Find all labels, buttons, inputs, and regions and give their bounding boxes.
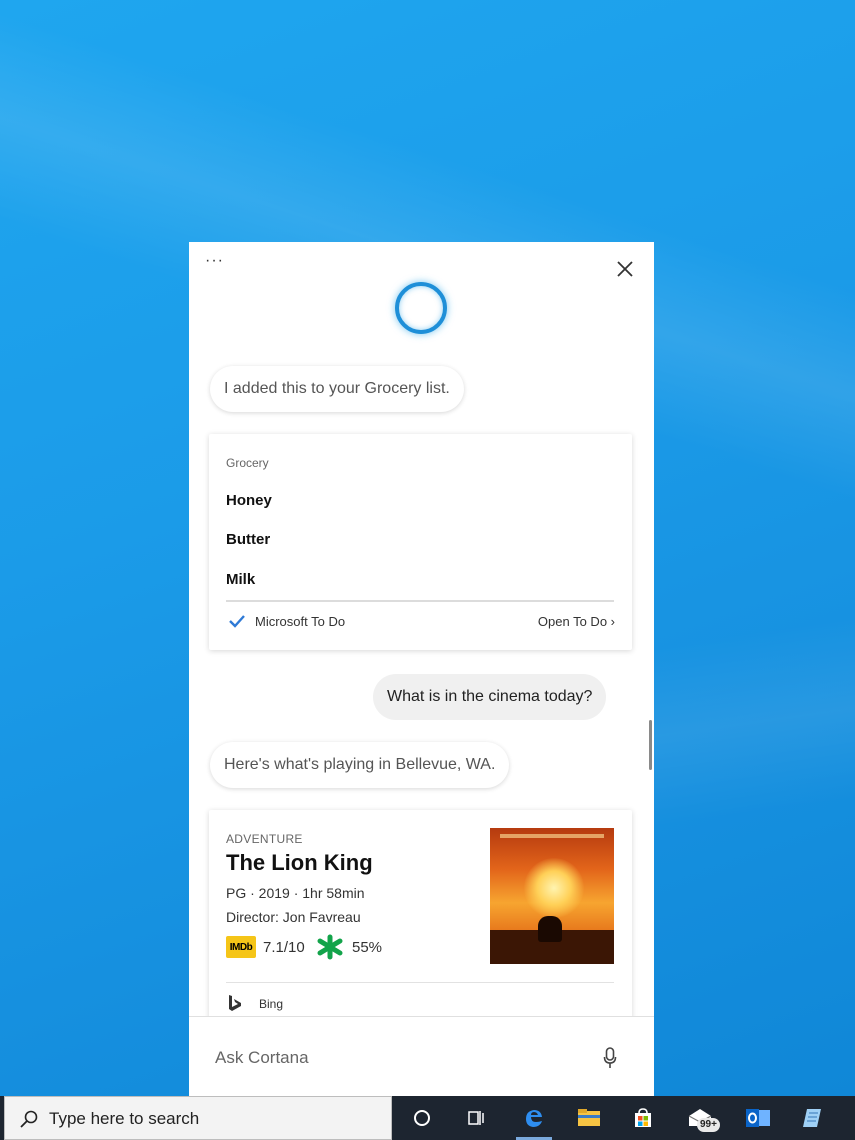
outlook-button[interactable] [730, 1096, 782, 1140]
task-view-button[interactable] [450, 1096, 502, 1140]
movie-title: The Lion King [226, 850, 373, 875]
imdb-icon: IMDb [226, 936, 256, 958]
todo-list-card[interactable]: Grocery Honey Butter Milk Microsoft To D… [209, 434, 632, 650]
bing-icon [229, 995, 241, 1011]
user-query-text: What is in the cinema today? [387, 688, 593, 705]
search-icon [20, 1110, 38, 1128]
more-icon: ··· [205, 252, 224, 269]
check-icon [229, 615, 245, 628]
taskbar-search-box[interactable] [4, 1096, 392, 1140]
bing-source-label: Bing [259, 997, 284, 1011]
close-button[interactable] [613, 257, 637, 281]
store-button[interactable] [617, 1096, 669, 1140]
close-icon [617, 261, 633, 277]
taskbar: 99+ [0, 1096, 855, 1140]
file-explorer-icon [578, 1109, 600, 1126]
outlook-icon [746, 1109, 770, 1127]
edge-button[interactable] [508, 1096, 560, 1140]
cortana-button[interactable] [396, 1096, 448, 1140]
user-query-bubble: What is in the cinema today? [373, 674, 607, 720]
movie-card[interactable]: ADVENTURE The Lion King PG · 2019 · 1hr … [209, 810, 632, 1030]
ask-cortana-bar [189, 1016, 654, 1098]
more-options-button[interactable]: ··· [205, 253, 227, 272]
cortana-reply-text: I added this to your Grocery list. [224, 380, 450, 397]
cortana-panel: ··· I added this to your Grocery list. G… [189, 242, 654, 1098]
movie-director: Director: Jon Favreau [226, 909, 361, 925]
mail-button[interactable]: 99+ [673, 1096, 725, 1140]
movie-details: PG · 2019 · 1hr 58min [226, 885, 365, 901]
imdb-label: IMDb [229, 941, 253, 953]
panel-scrollbar[interactable] [649, 720, 652, 770]
task-view-icon [468, 1111, 484, 1125]
todo-app-name: Microsoft To Do [255, 614, 346, 629]
todo-list-title: Grocery [226, 456, 269, 470]
notepad-icon [803, 1109, 821, 1127]
cortana-icon [414, 1110, 430, 1126]
cortana-ring-icon [395, 282, 447, 334]
movie-poster[interactable] [490, 828, 614, 964]
cortana-cinema-bubble: Here's what's playing in Bellevue, WA. [210, 742, 510, 788]
rotten-tomatoes-icon [317, 934, 343, 960]
store-icon [635, 1108, 651, 1127]
edge-icon [526, 1110, 542, 1127]
poster-title-art [500, 834, 604, 838]
notepad-button[interactable] [786, 1096, 838, 1140]
poster-sun [524, 858, 584, 918]
cortana-cinema-text: Here's what's playing in Bellevue, WA. [224, 756, 496, 773]
movie-genre: ADVENTURE [226, 832, 303, 846]
poster-lion [538, 916, 562, 942]
todo-divider [226, 600, 614, 602]
cortana-reply-bubble: I added this to your Grocery list. [210, 366, 464, 412]
microphone-icon[interactable] [603, 1047, 617, 1069]
rotten-tomatoes-score: 55% [352, 939, 383, 956]
ask-cortana-input[interactable] [215, 1045, 575, 1071]
imdb-score: 7.1/10 [263, 939, 305, 956]
movie-divider [226, 982, 614, 983]
mail-badge: 99+ [697, 1118, 720, 1132]
open-todo-link[interactable]: Open To Do › [538, 614, 615, 629]
todo-item: Honey [226, 492, 272, 509]
todo-item: Butter [226, 531, 271, 548]
file-explorer-button[interactable] [562, 1096, 614, 1140]
todo-item: Milk [226, 571, 256, 588]
taskbar-search-input[interactable] [49, 1107, 369, 1131]
